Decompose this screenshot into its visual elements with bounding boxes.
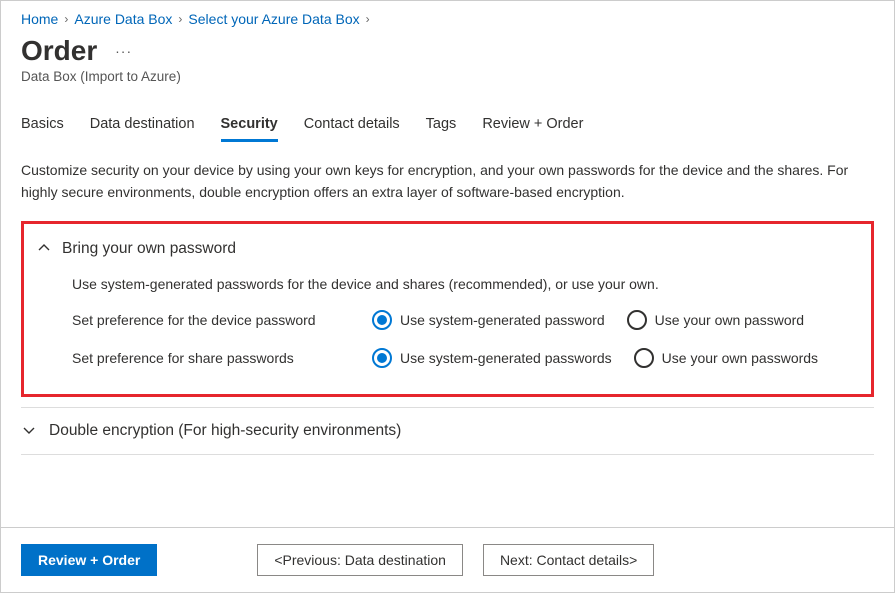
previous-button[interactable]: <Previous: Data destination <box>257 544 463 576</box>
radio-icon <box>372 310 392 330</box>
radio-icon <box>627 310 647 330</box>
chevron-up-icon <box>38 242 50 257</box>
tab-data-destination[interactable]: Data destination <box>90 110 195 142</box>
radio-share-system-generated[interactable]: Use system-generated passwords <box>372 348 612 368</box>
section-title-double-encryption: Double encryption (For high-security env… <box>49 422 401 440</box>
share-password-label: Set preference for share passwords <box>72 350 372 366</box>
device-password-label: Set preference for the device password <box>72 312 372 328</box>
share-password-row: Set preference for share passwords Use s… <box>72 348 857 368</box>
radio-label: Use your own passwords <box>662 350 818 366</box>
device-password-row: Set preference for the device password U… <box>72 310 857 330</box>
section-toggle-password[interactable]: Bring your own password <box>38 234 857 262</box>
password-section-hint: Use system-generated passwords for the d… <box>72 276 857 292</box>
more-actions-icon[interactable]: ··· <box>115 43 132 59</box>
security-description: Customize security on your device by usi… <box>21 160 874 203</box>
chevron-right-icon: › <box>366 12 370 26</box>
breadcrumb: Home › Azure Data Box › Select your Azur… <box>21 9 874 35</box>
next-button[interactable]: Next: Contact details> <box>483 544 654 576</box>
radio-share-own-passwords[interactable]: Use your own passwords <box>634 348 818 368</box>
tab-review-order[interactable]: Review + Order <box>482 110 583 142</box>
radio-device-system-generated[interactable]: Use system-generated password <box>372 310 605 330</box>
tab-basics[interactable]: Basics <box>21 110 64 142</box>
chevron-right-icon: › <box>64 12 68 26</box>
radio-label: Use your own password <box>655 312 804 328</box>
section-toggle-double-encryption[interactable]: Double encryption (For high-security env… <box>21 407 874 455</box>
share-password-radio-group: Use system-generated passwords Use your … <box>372 348 818 368</box>
tab-bar: Basics Data destination Security Contact… <box>21 110 874 142</box>
tab-tags[interactable]: Tags <box>426 110 457 142</box>
tab-security[interactable]: Security <box>221 110 278 142</box>
radio-label: Use system-generated password <box>400 312 605 328</box>
section-body-password: Use system-generated passwords for the d… <box>38 262 857 382</box>
radio-icon <box>634 348 654 368</box>
breadcrumb-select-data-box[interactable]: Select your Azure Data Box <box>188 11 359 27</box>
radio-device-own-password[interactable]: Use your own password <box>627 310 804 330</box>
breadcrumb-azure-data-box[interactable]: Azure Data Box <box>74 11 172 27</box>
tab-contact-details[interactable]: Contact details <box>304 110 400 142</box>
page-root: Home › Azure Data Box › Select your Azur… <box>0 0 895 593</box>
chevron-right-icon: › <box>178 12 182 26</box>
review-order-button[interactable]: Review + Order <box>21 544 157 576</box>
page-title: Order <box>21 35 97 67</box>
device-password-radio-group: Use system-generated password Use your o… <box>372 310 804 330</box>
radio-icon <box>372 348 392 368</box>
breadcrumb-home[interactable]: Home <box>21 11 58 27</box>
page-subtitle: Data Box (Import to Azure) <box>21 69 874 84</box>
footer-bar: Review + Order <Previous: Data destinati… <box>1 527 894 592</box>
section-title-password: Bring your own password <box>62 240 236 258</box>
title-row: Order ··· <box>21 35 874 69</box>
radio-label: Use system-generated passwords <box>400 350 612 366</box>
content-area: Home › Azure Data Box › Select your Azur… <box>1 1 894 527</box>
chevron-down-icon <box>23 423 35 439</box>
bring-your-own-password-section: Bring your own password Use system-gener… <box>21 221 874 397</box>
